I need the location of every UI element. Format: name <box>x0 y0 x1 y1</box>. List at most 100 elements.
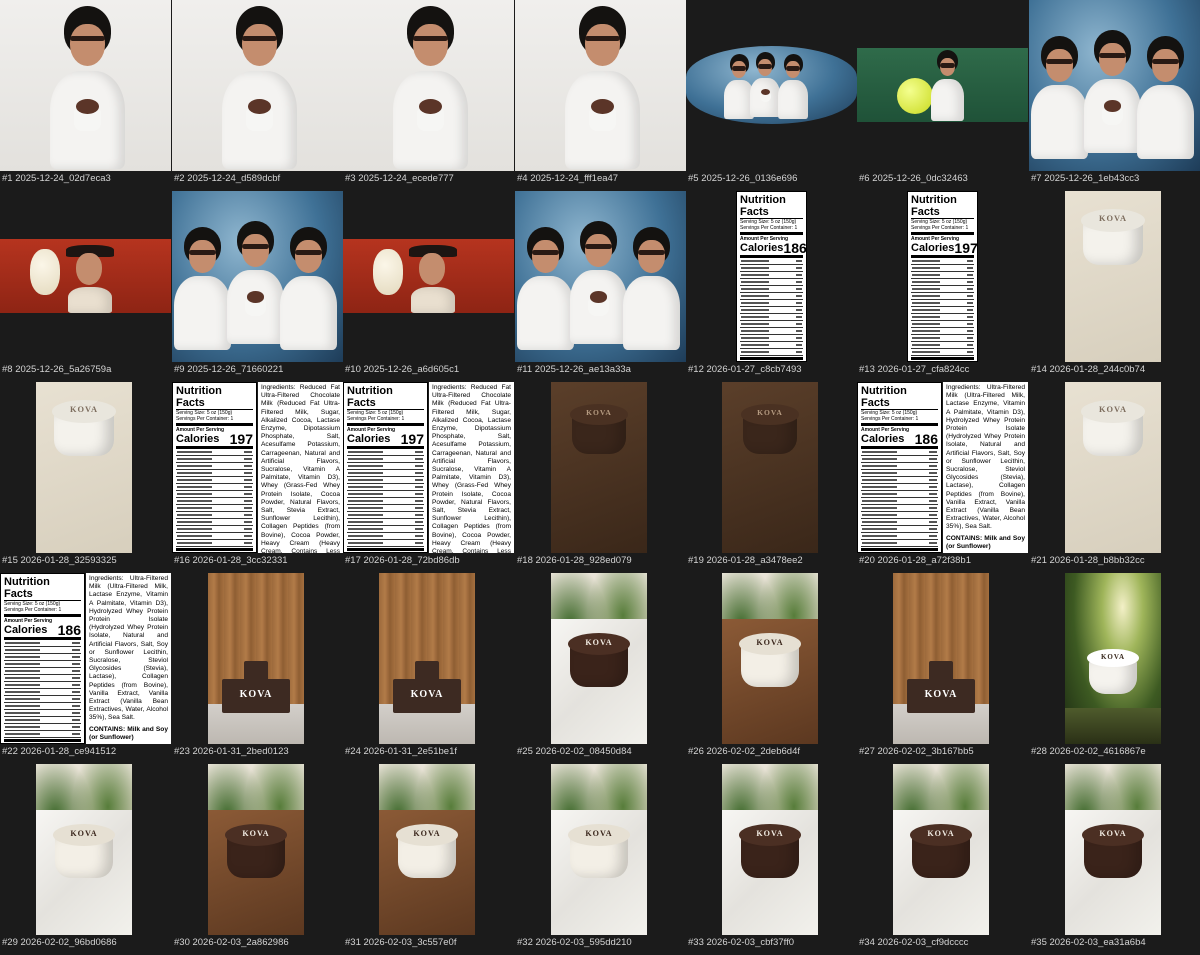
gallery-item[interactable]: KOVA #25 2026-02-02_08450d84 <box>515 573 686 764</box>
rule <box>347 423 424 426</box>
thumbnail-image <box>343 0 514 171</box>
image-caption: #4 2025-12-24_fff1ea47 <box>517 173 619 184</box>
nutrient-row <box>176 520 253 526</box>
thumbnail-image <box>515 0 686 171</box>
image-caption: #31 2026-02-03_3c557e0f <box>345 937 457 948</box>
nutrition-title: Nutrition Facts <box>176 385 253 410</box>
kova-logo: KOVA <box>585 637 613 647</box>
thumbnail-image: KOVA <box>551 573 647 744</box>
thumbnail-image <box>0 191 171 362</box>
gallery-item[interactable]: #7 2025-12-26_1eb43cc3 <box>1029 0 1200 191</box>
gallery-item[interactable]: KOVA #30 2026-02-03_2a862986 <box>172 764 343 955</box>
photo: Nutrition Facts Serving Size: 5 oz (150g)… <box>857 382 1028 553</box>
nutrient-row <box>4 690 81 696</box>
gallery-item[interactable]: #10 2025-12-26_a6d605c1 <box>343 191 514 382</box>
ice-cream-scoop <box>591 98 614 114</box>
gallery-item[interactable]: KOVA #29 2026-02-02_96bd0686 <box>0 764 171 955</box>
robe <box>517 276 574 351</box>
gallery-item[interactable]: Nutrition Facts Serving Size: 5 oz (150g)… <box>857 191 1028 382</box>
photo <box>0 0 171 171</box>
gallery-item[interactable]: KOVA #33 2026-02-03_cbf37ff0 <box>686 764 857 955</box>
gallery-item[interactable]: #4 2025-12-24_fff1ea47 <box>515 0 686 191</box>
face <box>1099 43 1126 76</box>
gallery-item[interactable]: Nutrition Facts Serving Size: 5 oz (150g)… <box>343 382 514 573</box>
image-caption: #25 2026-02-02_08450d84 <box>517 746 632 757</box>
nutrient-row <box>911 329 974 335</box>
image-caption: #35 2026-02-03_ea31a6b4 <box>1031 937 1146 948</box>
thumbnail-image: KOVA <box>36 382 132 553</box>
gallery-item[interactable]: #3 2025-12-24_ecede777 <box>343 0 514 191</box>
gallery-item[interactable]: KOVA #26 2026-02-02_2deb6d4f <box>686 573 857 764</box>
photo: KOVA <box>208 764 304 935</box>
ingredients-list: Ingredients: Ultra-Filtered Milk (Ultra-… <box>946 384 1025 531</box>
face <box>585 23 620 66</box>
robe <box>1137 85 1194 160</box>
calories-label: Calories <box>911 242 955 254</box>
robe <box>280 276 337 351</box>
gallery-item[interactable]: KOVA #21 2026-01-28_b8bb32cc <box>1029 382 1200 573</box>
thumbnail-image: KOVA <box>1065 191 1161 362</box>
image-caption: #18 2026-01-28_928ed079 <box>517 555 632 566</box>
gallery-item[interactable]: KOVA #19 2026-01-28_a3478ee2 <box>686 382 857 573</box>
face <box>242 23 277 66</box>
nutrient-row <box>347 464 424 470</box>
rule <box>4 739 81 742</box>
sunglasses <box>939 63 956 69</box>
gallery-item[interactable]: KOVA #35 2026-02-03_ea31a6b4 <box>1029 764 1200 955</box>
thumbnail-image: KOVA <box>379 764 475 935</box>
gallery-item[interactable]: KOVA #34 2026-02-03_cf9dcccc <box>857 764 1028 955</box>
gallery-item[interactable]: KOVA #28 2026-02-02_4616867e <box>1029 573 1200 764</box>
kova-logo: KOVA <box>410 689 444 700</box>
image-caption: #29 2026-02-02_96bd0686 <box>2 937 117 948</box>
gallery-item[interactable]: Nutrition Facts Serving Size: 5 oz (150g)… <box>0 573 171 764</box>
nutrient-row <box>861 457 938 463</box>
thumbnail-image <box>172 191 343 362</box>
person-figure <box>280 227 337 351</box>
gallery-item[interactable]: KOVA #32 2026-02-03_595dd210 <box>515 764 686 955</box>
gallery-item[interactable]: KOVA #31 2026-02-03_3c557e0f <box>343 764 514 955</box>
gallery-item[interactable]: #2 2025-12-24_d589dcbf <box>172 0 343 191</box>
ice-cream-scoop <box>760 89 770 95</box>
gallery-item[interactable]: Nutrition Facts Serving Size: 5 oz (150g)… <box>686 191 857 382</box>
ingredients-text: Ingredients: Reduced Fat Ultra-Filtered … <box>258 382 343 553</box>
ingredients-list: Ingredients: Reduced Fat Ultra-Filtered … <box>261 384 340 553</box>
person-figure <box>174 227 231 351</box>
kova-logo: KOVA <box>757 408 783 418</box>
nutrient-row <box>861 513 938 519</box>
gallery-item[interactable]: #9 2025-12-26_71660221 <box>172 191 343 382</box>
gallery-item[interactable]: #6 2025-12-26_0dc32463 <box>857 0 1028 191</box>
thumbnail-image: Nutrition Facts Serving Size: 5 oz (150g)… <box>0 573 171 744</box>
gallery-item[interactable]: #5 2025-12-26_0136e696 <box>686 0 857 191</box>
calories-label: Calories <box>176 433 220 445</box>
thumbnail-image <box>1029 0 1200 171</box>
thumbnail-image: KOVA <box>1065 764 1161 935</box>
face <box>413 23 448 66</box>
kova-logo: KOVA <box>1100 652 1126 661</box>
gallery-item[interactable]: KOVA #14 2026-01-28_244c0b74 <box>1029 191 1200 382</box>
image-caption: #8 2025-12-26_5a26759a <box>2 364 112 375</box>
image-caption: #6 2025-12-26_0dc32463 <box>859 173 968 184</box>
gallery-item[interactable]: KOVA #23 2026-01-31_2bed0123 <box>172 573 343 764</box>
image-caption: #19 2026-01-28_a3478ee2 <box>688 555 803 566</box>
nutrient-row <box>911 266 974 272</box>
nutrient-row <box>176 485 253 491</box>
gallery-item[interactable]: #8 2025-12-26_5a26759a <box>0 191 171 382</box>
image-caption: #11 2025-12-26_ae13a33a <box>517 364 631 375</box>
gallery-item[interactable]: KOVA #15 2026-01-28_32593325 <box>0 382 171 573</box>
gallery-item[interactable]: KOVA #18 2026-01-28_928ed079 <box>515 382 686 573</box>
gallery-item[interactable]: KOVA #24 2026-01-31_2e51be1f <box>343 573 514 764</box>
gallery-item[interactable]: #11 2025-12-26_ae13a33a <box>515 191 686 382</box>
ingredients-list: Ingredients: Ultra-Filtered Milk (Ultra-… <box>89 575 168 722</box>
gallery-item[interactable]: Nutrition Facts Serving Size: 5 oz (150g)… <box>172 382 343 573</box>
kova-logo: KOVA <box>70 828 98 838</box>
nutrient-row <box>176 471 253 477</box>
gallery-item[interactable]: Nutrition Facts Serving Size: 5 oz (150g)… <box>857 382 1028 573</box>
ice-cream-scoop <box>419 98 442 114</box>
gallery-item[interactable]: #1 2025-12-24_02d7eca3 <box>0 0 171 191</box>
gallery-item[interactable]: KOVA #27 2026-02-02_3b167bb5 <box>857 573 1028 764</box>
person-figure <box>623 227 680 351</box>
thumbnail-image: Nutrition Facts Serving Size: 5 oz (150g)… <box>907 191 978 362</box>
photo: KOVA <box>1065 191 1161 362</box>
rule <box>740 232 803 235</box>
nutrient-row <box>176 499 253 505</box>
